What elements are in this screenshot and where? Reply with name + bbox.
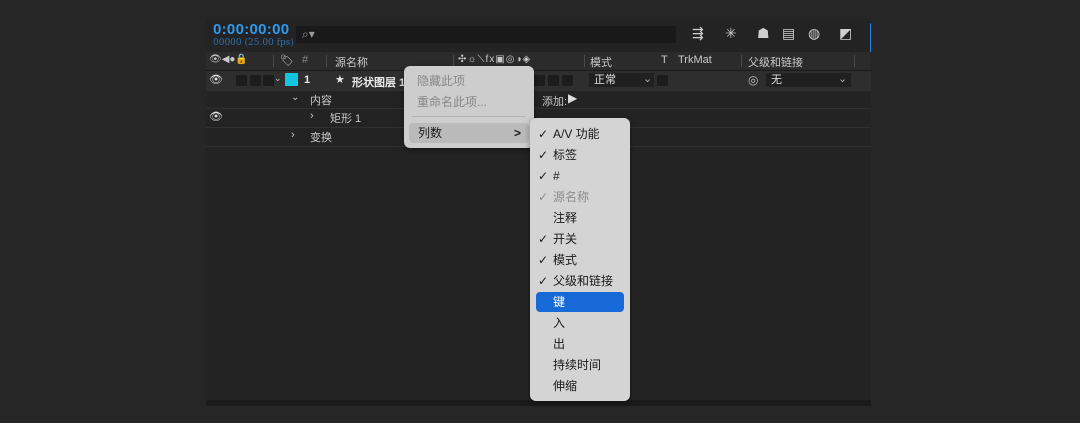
add-play-icon[interactable]: ▶ <box>568 91 577 105</box>
columns-menu-item[interactable]: 注释 <box>536 208 624 228</box>
menu-divider <box>412 116 526 117</box>
columns-menu-item-label: # <box>553 169 560 183</box>
number-column-header[interactable]: # <box>302 54 308 66</box>
checkmark-icon: ✓ <box>538 253 549 267</box>
chevron-right-icon: > <box>513 126 521 140</box>
switch-cell[interactable] <box>548 75 559 86</box>
columns-menu-item[interactable]: ✓ # <box>536 166 624 186</box>
switch-cell[interactable] <box>534 75 545 86</box>
columns-menu-item-label: 开关 <box>553 232 578 246</box>
shape-layer-star-icon: ★ <box>335 74 345 86</box>
mode-dropdown[interactable]: 正常 ⌄ <box>589 73 654 87</box>
mode-value: 正常 <box>594 74 616 86</box>
av-features-icon[interactable]: 👁◀●🔒 <box>209 54 248 65</box>
chevron-down-icon[interactable]: ⌄ <box>274 73 282 84</box>
label-color-swatch[interactable] <box>285 73 298 86</box>
visibility-eye-icon[interactable]: 👁 <box>209 110 223 123</box>
solo-toggle[interactable] <box>250 75 261 86</box>
checkmark-icon: ✓ <box>538 274 549 288</box>
parent-value: 无 <box>771 74 782 86</box>
rectangle-group-label: 矩形 1 <box>330 113 362 125</box>
lock-toggle[interactable] <box>263 75 274 86</box>
transform-label: 变换 <box>310 132 332 144</box>
columns-menu-item-label: A/V 功能 <box>553 127 600 141</box>
columns-submenu-item[interactable]: 列数 > <box>409 123 529 143</box>
columns-menu-item[interactable]: ✓ 开关 <box>536 229 624 249</box>
columns-menu-item-label: 入 <box>553 316 566 330</box>
audio-toggle[interactable] <box>236 75 247 86</box>
layer-row[interactable]: 👁 ⌄ 1 ★ 形状图层 1 正常 ⌄ ◎ 无 ⌄ <box>206 71 871 90</box>
motion-blur-icon[interactable]: ◍ <box>808 25 820 42</box>
rename-column-item[interactable]: 重命名此项... <box>417 92 528 112</box>
add-label: 添加: <box>542 96 568 108</box>
timeline-toolbar: 0:00:00:00 00000 (25.00 fps) ⌕▾ ⇶ ✳ ☗ ▤ … <box>206 18 871 52</box>
pick-whip-icon[interactable]: ◎ <box>748 73 758 87</box>
columns-menu-item-label: 模式 <box>553 253 578 267</box>
solo-icon[interactable]: ☗ <box>757 25 770 42</box>
columns-menu-item[interactable]: ✓ 标签 <box>536 145 624 165</box>
column-header-row: 👁◀●🔒 🏷 # 源名称 ✣☼⟍fx▣◎◑◈ 模式 T TrkMat 父级和链接 <box>206 52 871 71</box>
flowchart-icon[interactable]: ⇶ <box>692 25 704 42</box>
chevron-right-icon[interactable]: › <box>291 129 295 141</box>
columns-menu-item-label: 源名称 <box>553 190 590 204</box>
column-context-menu: 隐藏此项 重命名此项... 列数 > <box>404 66 534 148</box>
columns-menu-item[interactable]: ✓ 源名称 <box>536 187 624 207</box>
graph-editor-icon[interactable]: ◩ <box>839 25 852 42</box>
source-name-column-header[interactable]: 源名称 <box>335 54 368 70</box>
columns-item-label: 列数 <box>418 126 443 140</box>
columns-menu-item-label: 父级和链接 <box>553 274 614 288</box>
draft-3d-icon[interactable]: ✳ <box>725 25 737 42</box>
search-icon[interactable]: ⌕▾ <box>302 27 315 42</box>
trkmat-column-header[interactable]: TrkMat <box>678 54 712 66</box>
fps-label: 00000 (25.00 fps) <box>213 38 294 48</box>
columns-menu-item[interactable]: 伸缩 <box>536 376 624 396</box>
contents-label: 内容 <box>310 95 332 107</box>
switches-column-icons[interactable]: ✣☼⟍fx▣◎◑◈ <box>458 54 531 65</box>
checkmark-icon: ✓ <box>538 232 549 246</box>
t-column-header[interactable]: T <box>661 54 668 66</box>
columns-menu-item[interactable]: ✓ 模式 <box>536 250 624 270</box>
switch-cell[interactable] <box>562 75 573 86</box>
columns-menu-item[interactable]: ✓ A/V 功能 <box>536 124 624 144</box>
columns-submenu: ✓ A/V 功能 ✓ 标签 ✓ # ✓ 源名称 注释 ✓ 开关 ✓ 模式 ✓ 父级和链接键入出持续时间 伸缩 <box>530 118 630 401</box>
layer-name[interactable]: 形状图层 1 <box>352 74 405 90</box>
checkmark-icon: ✓ <box>538 169 549 183</box>
columns-menu-item[interactable]: ✓ 父级和链接 <box>536 271 624 291</box>
columns-menu-item[interactable]: 入 <box>536 313 624 333</box>
visibility-eye-icon[interactable]: 👁 <box>209 73 223 86</box>
checkmark-icon: ✓ <box>538 127 549 141</box>
layer-search-input[interactable]: ⌕▾ <box>296 26 676 43</box>
contents-row[interactable]: ⌄ 内容 添加: ▶ <box>206 90 871 109</box>
checkmark-icon: ✓ <box>538 148 549 162</box>
columns-menu-item-label: 伸缩 <box>553 379 578 393</box>
frame-blend-icon[interactable]: ▤ <box>782 25 795 42</box>
chevron-down-icon: ⌄ <box>643 73 653 85</box>
columns-menu-item-label: 标签 <box>553 148 578 162</box>
columns-menu-item-label: 注释 <box>553 211 578 225</box>
timecode-display[interactable]: 0:00:00:00 <box>213 21 289 38</box>
columns-menu-item-label: 持续时间 <box>553 358 602 372</box>
chevron-down-icon: ⌄ <box>838 73 848 85</box>
columns-menu-item[interactable]: 键 <box>536 292 624 312</box>
parent-dropdown[interactable]: 无 ⌄ <box>766 73 851 87</box>
layer-number: 1 <box>304 74 311 86</box>
trkmat-toggle[interactable] <box>657 75 668 86</box>
columns-menu-item[interactable]: 出 <box>536 334 624 354</box>
mode-column-header[interactable]: 模式 <box>590 54 612 70</box>
chevron-down-icon[interactable]: ⌄ <box>291 92 299 103</box>
checkmark-icon: ✓ <box>538 190 549 204</box>
columns-menu-item-label: 键 <box>553 295 566 309</box>
chevron-right-icon[interactable]: › <box>310 110 314 122</box>
parent-column-header[interactable]: 父级和链接 <box>748 54 803 70</box>
hide-column-item[interactable]: 隐藏此项 <box>417 71 528 91</box>
columns-menu-item[interactable]: 持续时间 <box>536 355 624 375</box>
label-column-icon[interactable]: 🏷 <box>280 54 294 67</box>
columns-menu-item-label: 出 <box>553 337 566 351</box>
